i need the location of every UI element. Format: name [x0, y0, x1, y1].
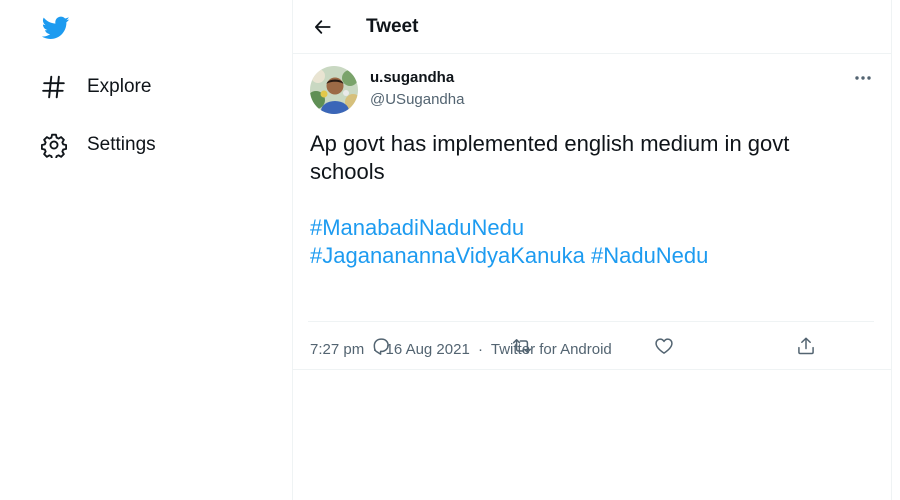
- reply-icon: [371, 336, 391, 356]
- page-header: Tweet: [293, 0, 891, 54]
- author-name[interactable]: u.sugandha: [370, 69, 454, 86]
- tweet-actions: [308, 321, 874, 370]
- back-button[interactable]: [311, 15, 335, 39]
- sidebar-item-label: Explore: [87, 76, 152, 97]
- arrow-left-icon: [313, 17, 333, 37]
- retweet-icon: [511, 336, 533, 356]
- main-column: Tweet u.sugandha @USugandha Ap govt has …: [292, 0, 892, 500]
- gear-icon: [40, 131, 68, 159]
- share-icon: [796, 336, 816, 356]
- twitter-bird-icon[interactable]: [41, 14, 71, 42]
- like-button[interactable]: [652, 334, 676, 358]
- author-handle[interactable]: @USugandha: [370, 91, 464, 108]
- sidebar-item-settings[interactable]: Settings: [40, 127, 156, 163]
- page-title: Tweet: [366, 16, 419, 37]
- sidebar-item-explore[interactable]: Explore: [40, 69, 151, 105]
- more-horizontal-icon: [854, 75, 872, 81]
- avatar[interactable]: [310, 66, 358, 114]
- heart-icon: [654, 336, 674, 356]
- hashtag-icon: [40, 73, 68, 101]
- hashtag-link[interactable]: #NaduNedu: [591, 243, 708, 268]
- reply-button[interactable]: [369, 334, 393, 358]
- tweet-hashtags: #ManabadiNaduNedu #JagananannaVidyaKanuk…: [310, 214, 870, 270]
- more-options-button[interactable]: [851, 68, 875, 88]
- tweet-text: Ap govt has implemented english medium i…: [310, 131, 790, 184]
- share-button[interactable]: [794, 334, 818, 358]
- retweet-button[interactable]: [510, 334, 534, 358]
- hashtag-link[interactable]: #ManabadiNaduNedu: [310, 215, 524, 240]
- hashtag-link[interactable]: #JagananannaVidyaKanuka: [310, 243, 585, 268]
- sidebar-item-label: Settings: [87, 134, 156, 155]
- sidebar: Explore Settings: [0, 0, 292, 500]
